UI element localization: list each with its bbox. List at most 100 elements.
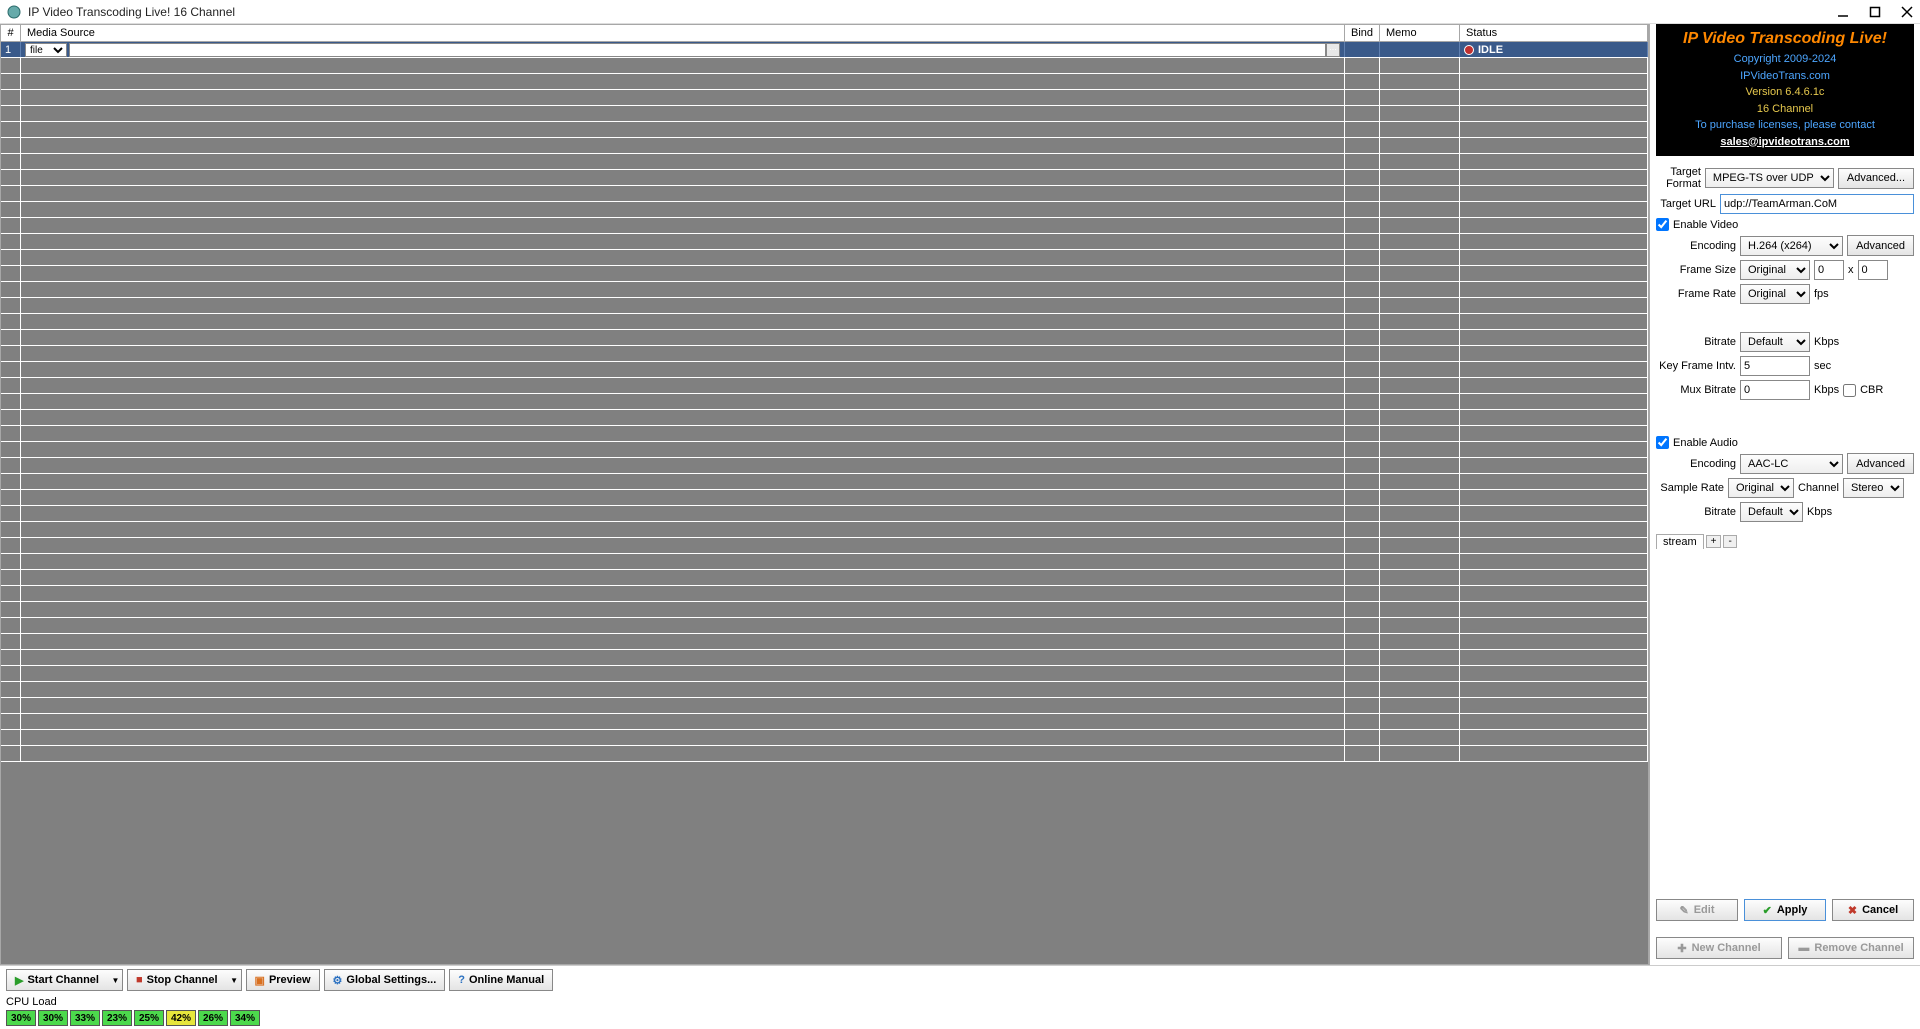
target-format-select[interactable]: MPEG-TS over UDP	[1705, 168, 1834, 188]
cpu-core-meter: 26%	[198, 1010, 228, 1026]
table-row[interactable]	[1, 202, 1648, 218]
frame-height-input[interactable]	[1858, 260, 1888, 280]
table-row[interactable]	[1, 538, 1648, 554]
table-row[interactable]	[1, 394, 1648, 410]
table-row[interactable]	[1, 298, 1648, 314]
enable-video-checkbox[interactable]	[1656, 218, 1669, 231]
table-row[interactable]	[1, 474, 1648, 490]
table-row[interactable]	[1, 74, 1648, 90]
stop-dropdown-icon[interactable]: ▼	[228, 969, 242, 991]
stream-remove-button[interactable]: -	[1723, 535, 1736, 548]
frame-width-input[interactable]	[1814, 260, 1844, 280]
table-row[interactable]	[1, 746, 1648, 762]
table-row[interactable]	[1, 570, 1648, 586]
table-row[interactable]	[1, 378, 1648, 394]
table-row[interactable]	[1, 506, 1648, 522]
table-row[interactable]	[1, 218, 1648, 234]
table-row[interactable]	[1, 106, 1648, 122]
table-row[interactable]	[1, 618, 1648, 634]
frame-size-select[interactable]: Original	[1740, 260, 1810, 280]
start-dropdown-icon[interactable]: ▼	[109, 969, 123, 991]
table-row[interactable]	[1, 714, 1648, 730]
table-row[interactable]	[1, 586, 1648, 602]
stream-tab[interactable]: stream	[1656, 534, 1704, 549]
table-row[interactable]	[1, 90, 1648, 106]
table-row[interactable]: 1 file ⋯ IDLE	[1, 42, 1648, 58]
table-row[interactable]	[1, 266, 1648, 282]
header-memo[interactable]: Memo	[1380, 25, 1460, 41]
table-row[interactable]	[1, 346, 1648, 362]
table-row[interactable]	[1, 58, 1648, 74]
table-row[interactable]	[1, 186, 1648, 202]
cbr-label: CBR	[1860, 384, 1883, 396]
mux-bitrate-input[interactable]	[1740, 380, 1810, 400]
sample-rate-select[interactable]: Original	[1728, 478, 1794, 498]
stream-add-button[interactable]: +	[1706, 535, 1722, 548]
brand-version: Version 6.4.6.1c	[1660, 84, 1910, 101]
cbr-checkbox[interactable]	[1843, 384, 1856, 397]
table-row[interactable]	[1, 170, 1648, 186]
header-source[interactable]: Media Source	[21, 25, 1345, 41]
global-settings-button[interactable]: ⚙Global Settings...	[324, 969, 446, 991]
table-row[interactable]	[1, 122, 1648, 138]
frame-rate-select[interactable]: Original	[1740, 284, 1810, 304]
start-channel-button[interactable]: ▶Start Channel▼	[6, 969, 123, 991]
close-button[interactable]	[1900, 5, 1914, 19]
check-icon: ✔	[1763, 904, 1772, 917]
brand-box: IP Video Transcoding Live! Copyright 200…	[1656, 24, 1914, 156]
table-row[interactable]	[1, 154, 1648, 170]
table-row[interactable]	[1, 602, 1648, 618]
media-path-input[interactable]	[69, 43, 1326, 57]
table-row[interactable]	[1, 490, 1648, 506]
table-row[interactable]	[1, 410, 1648, 426]
cpu-core-meter: 30%	[38, 1010, 68, 1026]
table-row[interactable]	[1, 426, 1648, 442]
table-row[interactable]	[1, 442, 1648, 458]
table-row[interactable]	[1, 362, 1648, 378]
minimize-button[interactable]	[1836, 5, 1850, 19]
table-row[interactable]	[1, 650, 1648, 666]
table-row[interactable]	[1, 330, 1648, 346]
table-row[interactable]	[1, 666, 1648, 682]
audio-advanced-button[interactable]: Advanced	[1847, 453, 1914, 474]
table-row[interactable]	[1, 314, 1648, 330]
table-row[interactable]	[1, 682, 1648, 698]
maximize-button[interactable]	[1868, 5, 1882, 19]
table-row[interactable]	[1, 138, 1648, 154]
table-row[interactable]	[1, 250, 1648, 266]
media-type-select[interactable]: file	[25, 43, 67, 57]
cell-bind[interactable]	[1345, 42, 1380, 57]
header-num[interactable]: #	[1, 25, 21, 41]
browse-button[interactable]: ⋯	[1326, 43, 1340, 57]
table-row[interactable]	[1, 634, 1648, 650]
channel-select[interactable]: Stereo	[1843, 478, 1904, 498]
brand-email-link[interactable]: sales@ipvideotrans.com	[1720, 136, 1849, 148]
target-advanced-button[interactable]: Advanced...	[1838, 168, 1914, 189]
table-row[interactable]	[1, 554, 1648, 570]
table-row[interactable]	[1, 730, 1648, 746]
apply-button[interactable]: ✔Apply	[1744, 899, 1826, 921]
table-body[interactable]: 1 file ⋯ IDLE	[0, 42, 1649, 965]
stop-channel-button[interactable]: ■Stop Channel▼	[127, 969, 242, 991]
table-row[interactable]	[1, 458, 1648, 474]
header-bind[interactable]: Bind	[1345, 25, 1380, 41]
enable-audio-checkbox[interactable]	[1656, 436, 1669, 449]
table-row[interactable]	[1, 522, 1648, 538]
cell-memo[interactable]	[1380, 42, 1460, 57]
table-row[interactable]	[1, 234, 1648, 250]
cancel-button[interactable]: ✖Cancel	[1832, 899, 1914, 921]
target-url-input[interactable]	[1720, 194, 1914, 214]
video-encoding-select[interactable]: H.264 (x264)	[1740, 236, 1843, 256]
preview-button[interactable]: ▣Preview	[246, 969, 320, 991]
table-row[interactable]	[1, 282, 1648, 298]
video-advanced-button[interactable]: Advanced	[1847, 235, 1914, 256]
keyframe-input[interactable]	[1740, 356, 1810, 376]
audio-bitrate-select[interactable]: Default	[1740, 502, 1803, 522]
online-manual-button[interactable]: ?Online Manual	[449, 969, 553, 991]
table-row[interactable]	[1, 698, 1648, 714]
audio-encoding-select[interactable]: AAC-LC	[1740, 454, 1843, 474]
pencil-icon: ✎	[1680, 904, 1689, 917]
bitrate-select[interactable]: Default	[1740, 332, 1810, 352]
x-separator: x	[1848, 264, 1854, 276]
header-status[interactable]: Status	[1460, 25, 1648, 41]
